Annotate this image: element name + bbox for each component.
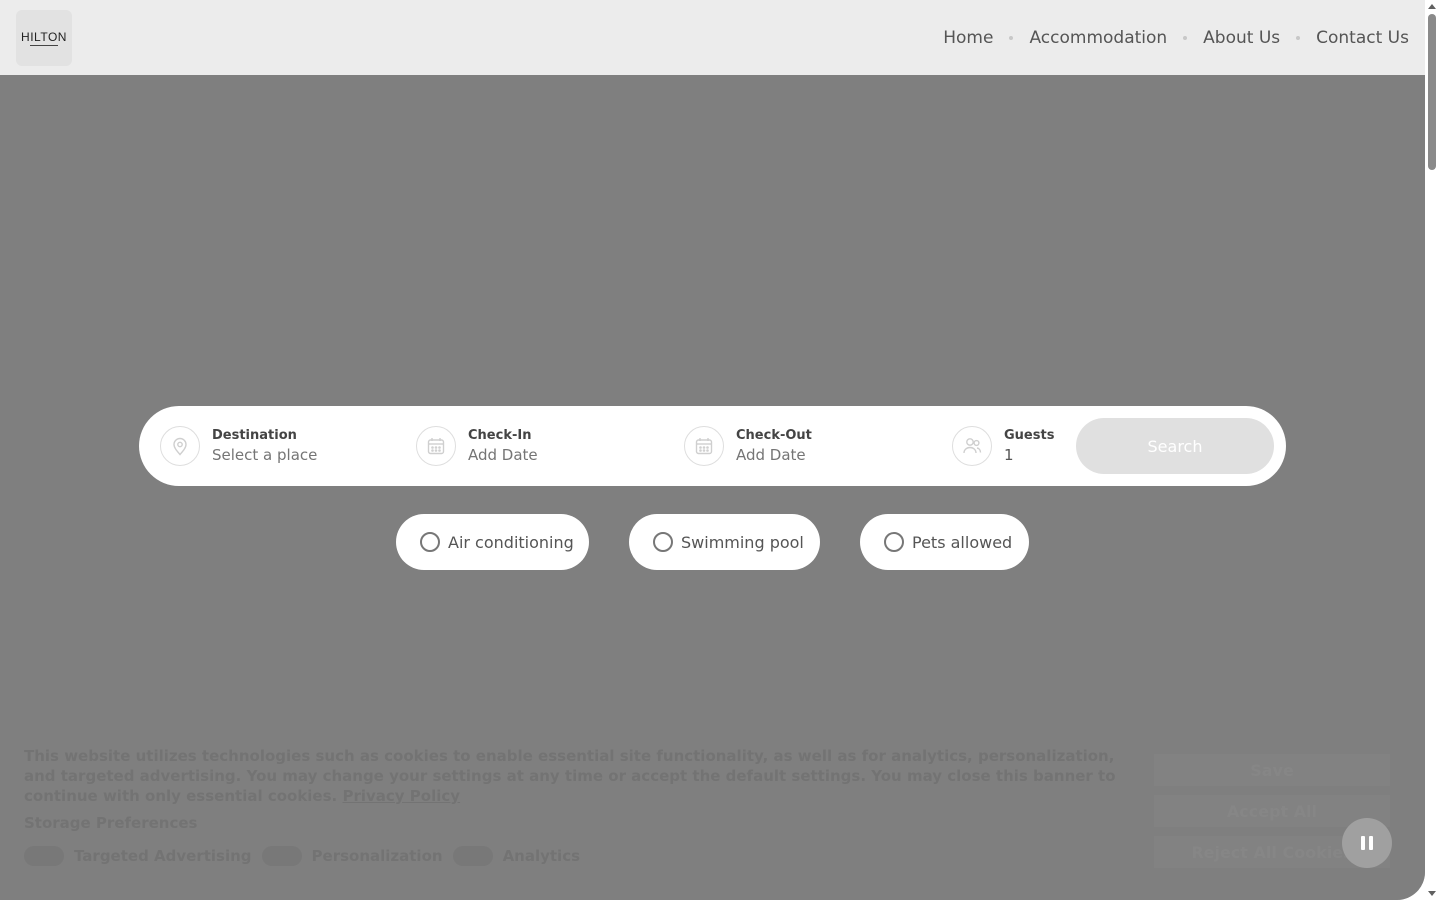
check-out-input[interactable] [736,445,906,465]
amenity-air-conditioning[interactable]: Air conditioning [396,514,589,570]
destination-input[interactable] [212,445,382,465]
users-icon [952,426,992,466]
scroll-up-icon[interactable] [1428,4,1436,9]
logo-rule [30,44,58,46]
cookie-text: This website utilizes technologies such … [24,746,1134,806]
toggle-label: Analytics [502,847,581,865]
amenity-label: Swimming pool [681,532,804,552]
privacy-policy-link[interactable]: Privacy Policy [342,787,460,805]
check-in-field[interactable]: Check-In [416,426,638,466]
nav-separator [1009,35,1014,40]
destination-label: Destination [212,428,297,443]
nav-separator [1183,35,1188,40]
personalization-toggle[interactable] [261,846,302,866]
logo-text: HILTON [21,29,67,44]
amenity-pets-allowed[interactable]: Pets allowed [860,514,1029,570]
main-nav: Home Accommodation About Us Contact Us [943,0,1409,75]
nav-about-us[interactable]: About Us [1203,28,1280,48]
nav-contact-us[interactable]: Contact Us [1316,28,1409,48]
vertical-scrollbar[interactable] [1425,0,1440,900]
guests-field[interactable]: Guests [952,426,1064,466]
pause-button[interactable] [1342,818,1392,868]
amenity-label: Air conditioning [448,532,574,552]
storage-preferences-title: Storage Preferences [24,814,198,832]
destination-field[interactable]: Destination [160,426,382,466]
site-header: HILTON Home Accommodation About Us Conta… [0,0,1425,75]
guests-input[interactable] [1004,445,1064,465]
page-overlay: HILTON Home Accommodation About Us Conta… [0,0,1425,900]
nav-accommodation[interactable]: Accommodation [1029,28,1167,48]
check-out-field[interactable]: Check-Out [684,426,906,466]
nav-home[interactable]: Home [943,28,993,48]
amenity-swimming-pool[interactable]: Swimming pool [629,514,820,570]
radio-icon[interactable] [420,532,440,552]
search-button[interactable]: Search [1076,418,1274,474]
toggle-label: Personalization [311,847,443,865]
check-out-label: Check-Out [736,428,812,443]
map-pin-icon [160,426,200,466]
radio-icon[interactable] [884,532,904,552]
scroll-down-icon[interactable] [1428,891,1436,896]
hilton-logo[interactable]: HILTON [16,10,72,66]
cookie-toggles: Targeted Advertising Personalization Ana… [24,846,590,866]
pause-icon [1361,836,1373,850]
radio-icon[interactable] [653,532,673,552]
amenity-label: Pets allowed [912,532,1013,552]
calendar-icon [684,426,724,466]
check-in-input[interactable] [468,445,638,465]
nav-separator [1296,35,1301,40]
targeted-advertising-toggle[interactable] [24,846,64,866]
toggle-label: Targeted Advertising [74,847,252,865]
cookie-banner: This website utilizes technologies such … [0,722,1425,900]
check-in-label: Check-In [468,428,532,443]
analytics-toggle[interactable] [452,846,493,866]
guests-label: Guests [1004,428,1055,443]
scroll-thumb[interactable] [1428,14,1436,170]
search-bar: Destination Check-In [139,406,1286,486]
cookie-save-button[interactable]: Save [1154,754,1390,786]
cookie-message: This website utilizes technologies such … [24,747,1116,805]
calendar-icon [416,426,456,466]
